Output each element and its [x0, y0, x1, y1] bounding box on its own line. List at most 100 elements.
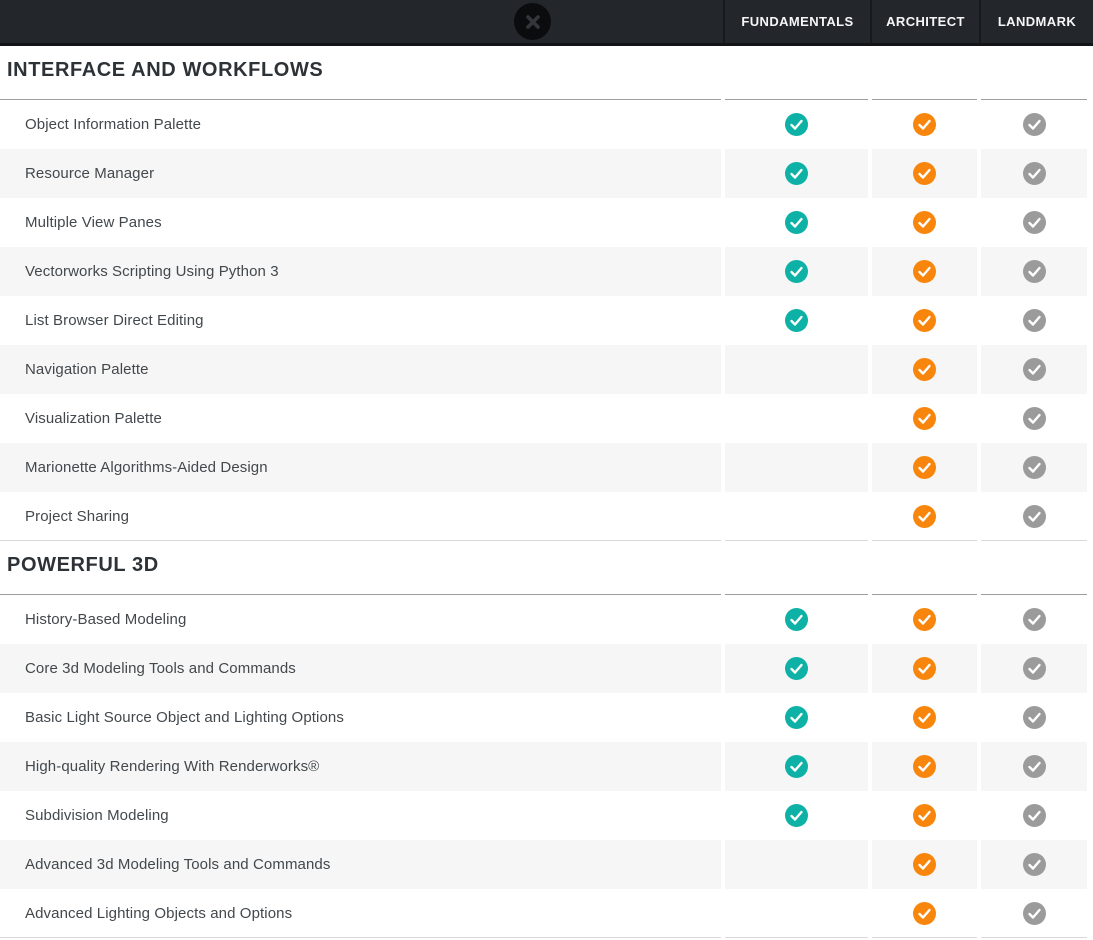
cell-fundamentals	[725, 889, 868, 938]
cell-fundamentals	[725, 644, 868, 693]
check-icon-landmark	[1023, 505, 1046, 528]
table-row: Basic Light Source Object and Lighting O…	[0, 693, 1087, 742]
check-icon-architect	[913, 608, 936, 631]
check-icon-fundamentals	[785, 260, 808, 283]
feature-name: Project Sharing	[0, 492, 721, 541]
feature-name: Visualization Palette	[0, 394, 721, 443]
comparison-page: FUNDAMENTALS ARCHITECT LANDMARK INTERFAC…	[0, 0, 1093, 940]
check-icon-landmark	[1023, 902, 1046, 925]
cell-fundamentals	[725, 840, 868, 889]
cell-architect	[872, 693, 977, 742]
cell-architect	[872, 149, 977, 198]
feature-name: High-quality Rendering With Renderworks®	[0, 742, 721, 791]
check-icon-landmark	[1023, 804, 1046, 827]
cell-landmark	[981, 742, 1087, 791]
check-icon-landmark	[1023, 608, 1046, 631]
feature-section: INTERFACE AND WORKFLOWS Object Informatio…	[0, 46, 1093, 541]
section-title-row: POWERFUL 3D	[0, 541, 1087, 595]
cell-landmark	[981, 149, 1087, 198]
table-row: Vectorworks Scripting Using Python 3	[0, 247, 1087, 296]
section-rows: Object Information PaletteResource Manag…	[0, 100, 1093, 541]
check-icon-landmark	[1023, 706, 1046, 729]
cell-landmark	[981, 443, 1087, 492]
title-underline-segment-architect	[872, 541, 977, 595]
table-row: Multiple View Panes	[0, 198, 1087, 247]
feature-name: Navigation Palette	[0, 345, 721, 394]
cell-architect	[872, 394, 977, 443]
table-row: Subdivision Modeling	[0, 791, 1087, 840]
title-underline-segment-landmark	[981, 541, 1087, 595]
feature-name: Marionette Algorithms-Aided Design	[0, 443, 721, 492]
title-underline-segment-fundamentals	[725, 46, 868, 100]
check-icon-architect	[913, 113, 936, 136]
cell-architect	[872, 247, 977, 296]
check-icon-architect	[913, 358, 936, 381]
table-row: Core 3d Modeling Tools and Commands	[0, 644, 1087, 693]
check-icon-landmark	[1023, 162, 1046, 185]
table-row: History-Based Modeling	[0, 595, 1087, 644]
cell-fundamentals	[725, 345, 868, 394]
cell-architect	[872, 198, 977, 247]
check-icon-architect	[913, 902, 936, 925]
check-icon-landmark	[1023, 657, 1046, 680]
cell-architect	[872, 644, 977, 693]
cell-fundamentals	[725, 247, 868, 296]
cell-architect	[872, 345, 977, 394]
cell-architect	[872, 296, 977, 345]
check-icon-landmark	[1023, 211, 1046, 234]
section-title-row: INTERFACE AND WORKFLOWS	[0, 46, 1087, 100]
feature-name: Resource Manager	[0, 149, 721, 198]
cell-architect	[872, 492, 977, 541]
check-icon-fundamentals	[785, 657, 808, 680]
cell-landmark	[981, 100, 1087, 149]
check-icon-landmark	[1023, 113, 1046, 136]
cell-landmark	[981, 394, 1087, 443]
title-underline-segment-landmark	[981, 46, 1087, 100]
column-header-fundamentals: FUNDAMENTALS	[723, 0, 870, 43]
feature-name: Vectorworks Scripting Using Python 3	[0, 247, 721, 296]
cell-fundamentals	[725, 791, 868, 840]
check-icon-architect	[913, 162, 936, 185]
check-icon-fundamentals	[785, 804, 808, 827]
check-icon-architect	[913, 456, 936, 479]
check-icon-landmark	[1023, 358, 1046, 381]
feature-name: Subdivision Modeling	[0, 791, 721, 840]
check-icon-fundamentals	[785, 162, 808, 185]
check-icon-fundamentals	[785, 113, 808, 136]
feature-name: Advanced 3d Modeling Tools and Commands	[0, 840, 721, 889]
check-icon-landmark	[1023, 260, 1046, 283]
cell-landmark	[981, 693, 1087, 742]
feature-name: History-Based Modeling	[0, 595, 721, 644]
table-row: Marionette Algorithms-Aided Design	[0, 443, 1087, 492]
cell-fundamentals	[725, 595, 868, 644]
cell-architect	[872, 443, 977, 492]
close-button[interactable]	[514, 3, 551, 40]
title-underline-segment-fundamentals	[725, 541, 868, 595]
feature-name: List Browser Direct Editing	[0, 296, 721, 345]
cell-fundamentals	[725, 198, 868, 247]
cell-landmark	[981, 345, 1087, 394]
check-icon-landmark	[1023, 456, 1046, 479]
cell-architect	[872, 889, 977, 938]
table-row: Resource Manager	[0, 149, 1087, 198]
cell-fundamentals	[725, 742, 868, 791]
feature-name: Object Information Palette	[0, 100, 721, 149]
check-icon-fundamentals	[785, 309, 808, 332]
table-row: Advanced Lighting Objects and Options	[0, 889, 1087, 938]
table-row: List Browser Direct Editing	[0, 296, 1087, 345]
cell-architect	[872, 791, 977, 840]
cell-architect	[872, 100, 977, 149]
cell-landmark	[981, 644, 1087, 693]
section-title-cell: INTERFACE AND WORKFLOWS	[0, 46, 721, 100]
table-row: Navigation Palette	[0, 345, 1087, 394]
section-title: INTERFACE AND WORKFLOWS	[7, 59, 323, 82]
table-row: Advanced 3d Modeling Tools and Commands	[0, 840, 1087, 889]
feature-name: Basic Light Source Object and Lighting O…	[0, 693, 721, 742]
check-icon-architect	[913, 755, 936, 778]
cell-landmark	[981, 889, 1087, 938]
cell-fundamentals	[725, 492, 868, 541]
check-icon-fundamentals	[785, 755, 808, 778]
check-icon-landmark	[1023, 309, 1046, 332]
cell-architect	[872, 840, 977, 889]
section-title: POWERFUL 3D	[7, 554, 159, 577]
